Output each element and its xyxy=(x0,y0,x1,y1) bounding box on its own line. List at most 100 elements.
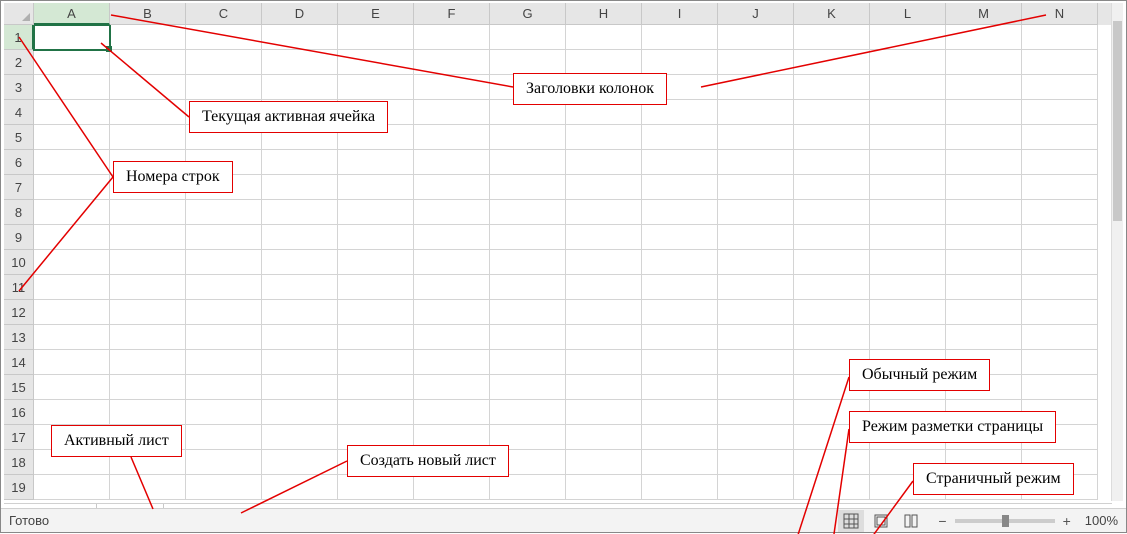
cell-B9[interactable] xyxy=(110,225,186,250)
cell-I17[interactable] xyxy=(642,425,718,450)
cell-I11[interactable] xyxy=(642,275,718,300)
cell-B12[interactable] xyxy=(110,300,186,325)
select-all-corner[interactable] xyxy=(4,3,34,25)
cell-A15[interactable] xyxy=(34,375,110,400)
cell-N9[interactable] xyxy=(1022,225,1098,250)
row-header-2[interactable]: 2 xyxy=(4,50,34,75)
column-header-A[interactable]: A xyxy=(34,3,110,25)
cell-L12[interactable] xyxy=(870,300,946,325)
row-header-8[interactable]: 8 xyxy=(4,200,34,225)
cell-A10[interactable] xyxy=(34,250,110,275)
cell-K8[interactable] xyxy=(794,200,870,225)
cell-E7[interactable] xyxy=(338,175,414,200)
row-header-3[interactable]: 3 xyxy=(4,75,34,100)
cell-K12[interactable] xyxy=(794,300,870,325)
cell-L2[interactable] xyxy=(870,50,946,75)
cell-B2[interactable] xyxy=(110,50,186,75)
cell-C11[interactable] xyxy=(186,275,262,300)
cell-A2[interactable] xyxy=(34,50,110,75)
cell-J8[interactable] xyxy=(718,200,794,225)
cell-B1[interactable] xyxy=(110,25,186,50)
cell-I12[interactable] xyxy=(642,300,718,325)
cell-I2[interactable] xyxy=(642,50,718,75)
cell-K5[interactable] xyxy=(794,125,870,150)
cell-H13[interactable] xyxy=(566,325,642,350)
cell-M2[interactable] xyxy=(946,50,1022,75)
cell-J13[interactable] xyxy=(718,325,794,350)
cell-K1[interactable] xyxy=(794,25,870,50)
cell-C2[interactable] xyxy=(186,50,262,75)
cell-A16[interactable] xyxy=(34,400,110,425)
cell-D1[interactable] xyxy=(262,25,338,50)
cell-F12[interactable] xyxy=(414,300,490,325)
zoom-in-button[interactable]: + xyxy=(1061,513,1073,529)
vertical-scrollbar[interactable] xyxy=(1111,3,1123,501)
cell-E12[interactable] xyxy=(338,300,414,325)
cell-I5[interactable] xyxy=(642,125,718,150)
cell-G10[interactable] xyxy=(490,250,566,275)
cell-H15[interactable] xyxy=(566,375,642,400)
cell-B15[interactable] xyxy=(110,375,186,400)
cell-F13[interactable] xyxy=(414,325,490,350)
cell-E8[interactable] xyxy=(338,200,414,225)
zoom-level[interactable]: 100% xyxy=(1085,513,1118,528)
cell-B3[interactable] xyxy=(110,75,186,100)
cell-H2[interactable] xyxy=(566,50,642,75)
column-header-F[interactable]: F xyxy=(414,3,490,25)
cell-K9[interactable] xyxy=(794,225,870,250)
cell-H18[interactable] xyxy=(566,450,642,475)
row-header-15[interactable]: 15 xyxy=(4,375,34,400)
column-header-B[interactable]: B xyxy=(110,3,186,25)
cell-D18[interactable] xyxy=(262,450,338,475)
cell-F7[interactable] xyxy=(414,175,490,200)
cell-L1[interactable] xyxy=(870,25,946,50)
cell-J19[interactable] xyxy=(718,475,794,500)
cell-F3[interactable] xyxy=(414,75,490,100)
row-header-18[interactable]: 18 xyxy=(4,450,34,475)
cell-C13[interactable] xyxy=(186,325,262,350)
cell-M9[interactable] xyxy=(946,225,1022,250)
row-header-7[interactable]: 7 xyxy=(4,175,34,200)
cell-F9[interactable] xyxy=(414,225,490,250)
cell-C1[interactable] xyxy=(186,25,262,50)
cell-H16[interactable] xyxy=(566,400,642,425)
column-header-I[interactable]: I xyxy=(642,3,718,25)
cell-E2[interactable] xyxy=(338,50,414,75)
cell-N12[interactable] xyxy=(1022,300,1098,325)
cell-G5[interactable] xyxy=(490,125,566,150)
cell-I7[interactable] xyxy=(642,175,718,200)
cell-A9[interactable] xyxy=(34,225,110,250)
cell-L6[interactable] xyxy=(870,150,946,175)
cell-N6[interactable] xyxy=(1022,150,1098,175)
cell-H12[interactable] xyxy=(566,300,642,325)
column-header-L[interactable]: L xyxy=(870,3,946,25)
cell-B13[interactable] xyxy=(110,325,186,350)
cell-N3[interactable] xyxy=(1022,75,1098,100)
column-header-G[interactable]: G xyxy=(490,3,566,25)
column-header-H[interactable]: H xyxy=(566,3,642,25)
cell-J12[interactable] xyxy=(718,300,794,325)
cell-H6[interactable] xyxy=(566,150,642,175)
cell-D2[interactable] xyxy=(262,50,338,75)
cell-J18[interactable] xyxy=(718,450,794,475)
cell-M13[interactable] xyxy=(946,325,1022,350)
cell-K4[interactable] xyxy=(794,100,870,125)
cell-N4[interactable] xyxy=(1022,100,1098,125)
cell-M12[interactable] xyxy=(946,300,1022,325)
cell-I19[interactable] xyxy=(642,475,718,500)
cell-L3[interactable] xyxy=(870,75,946,100)
cell-B11[interactable] xyxy=(110,275,186,300)
cell-A14[interactable] xyxy=(34,350,110,375)
cell-N8[interactable] xyxy=(1022,200,1098,225)
cell-G13[interactable] xyxy=(490,325,566,350)
cell-A19[interactable] xyxy=(34,475,110,500)
cell-G2[interactable] xyxy=(490,50,566,75)
cell-K6[interactable] xyxy=(794,150,870,175)
cell-I1[interactable] xyxy=(642,25,718,50)
cell-F6[interactable] xyxy=(414,150,490,175)
cell-G19[interactable] xyxy=(490,475,566,500)
cell-A11[interactable] xyxy=(34,275,110,300)
cell-E15[interactable] xyxy=(338,375,414,400)
cell-C8[interactable] xyxy=(186,200,262,225)
row-header-13[interactable]: 13 xyxy=(4,325,34,350)
